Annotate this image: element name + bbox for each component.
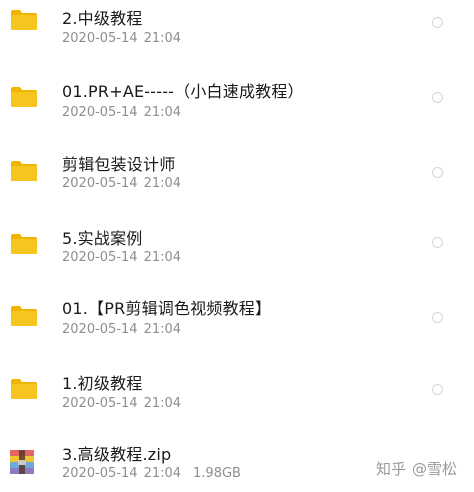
- file-date: 2020-05-14: [62, 322, 138, 337]
- file-time: 21:04: [143, 322, 182, 337]
- file-meta: 2020-05-14 21:04: [62, 31, 181, 46]
- select-radio[interactable]: [432, 92, 443, 103]
- file-name: 剪辑包装设计师: [62, 155, 176, 174]
- folder-icon: [10, 233, 38, 255]
- select-radio[interactable]: [432, 384, 443, 395]
- file-name: 5.实战案例: [62, 229, 143, 248]
- file-time: 21:04: [143, 31, 182, 46]
- file-row[interactable]: 3.高级教程.zip 2020-05-14 21:04 1.98GB: [0, 420, 474, 490]
- file-time: 21:04: [143, 250, 182, 265]
- file-row[interactable]: 01.PR+AE-----（小白速成教程） 2020-05-14 21:04: [0, 70, 474, 140]
- select-radio[interactable]: [432, 167, 443, 178]
- file-row[interactable]: 01.【PR剪辑调色视频教程】 2020-05-14 21:04: [0, 280, 474, 350]
- file-size: 1.98GB: [193, 466, 241, 481]
- file-name: 01.【PR剪辑调色视频教程】: [62, 299, 272, 318]
- watermark-user: @雪松: [412, 460, 458, 478]
- folder-icon: [10, 378, 38, 400]
- file-meta: 2020-05-14 21:04: [62, 396, 181, 411]
- file-date: 2020-05-14: [62, 250, 138, 265]
- file-row[interactable]: 剪辑包装设计师 2020-05-14 21:04: [0, 140, 474, 210]
- file-meta: 2020-05-14 21:04: [62, 250, 181, 265]
- file-meta: 2020-05-14 21:04: [62, 322, 181, 337]
- file-name: 3.高级教程.zip: [62, 445, 172, 464]
- file-meta: 2020-05-14 21:04 1.98GB: [62, 466, 241, 481]
- folder-icon: [10, 9, 38, 31]
- file-row[interactable]: 1.初级教程 2020-05-14 21:04: [0, 350, 474, 420]
- file-time: 21:04: [143, 105, 182, 120]
- file-date: 2020-05-14: [62, 176, 138, 191]
- select-radio[interactable]: [432, 17, 443, 28]
- file-date: 2020-05-14: [62, 396, 138, 411]
- watermark-site: 知乎: [376, 460, 407, 478]
- folder-icon: [10, 305, 38, 327]
- file-name: 01.PR+AE-----（小白速成教程）: [62, 82, 304, 101]
- file-meta: 2020-05-14 21:04: [62, 105, 181, 120]
- file-date: 2020-05-14: [62, 31, 138, 46]
- file-meta: 2020-05-14 21:04: [62, 176, 181, 191]
- file-time: 21:04: [143, 466, 182, 481]
- file-date: 2020-05-14: [62, 105, 138, 120]
- file-name: 2.中级教程: [62, 9, 143, 28]
- file-row[interactable]: 2.中级教程 2020-05-14 21:04: [0, 0, 474, 70]
- select-radio[interactable]: [432, 312, 443, 323]
- watermark: 知乎 @雪松: [376, 458, 457, 479]
- file-time: 21:04: [143, 396, 182, 411]
- folder-icon: [10, 86, 38, 108]
- select-radio[interactable]: [432, 237, 443, 248]
- file-name: 1.初级教程: [62, 374, 143, 393]
- zip-archive-icon: [10, 450, 34, 474]
- folder-icon: [10, 160, 38, 182]
- file-date: 2020-05-14: [62, 466, 138, 481]
- file-time: 21:04: [143, 176, 182, 191]
- file-row[interactable]: 5.实战案例 2020-05-14 21:04: [0, 210, 474, 280]
